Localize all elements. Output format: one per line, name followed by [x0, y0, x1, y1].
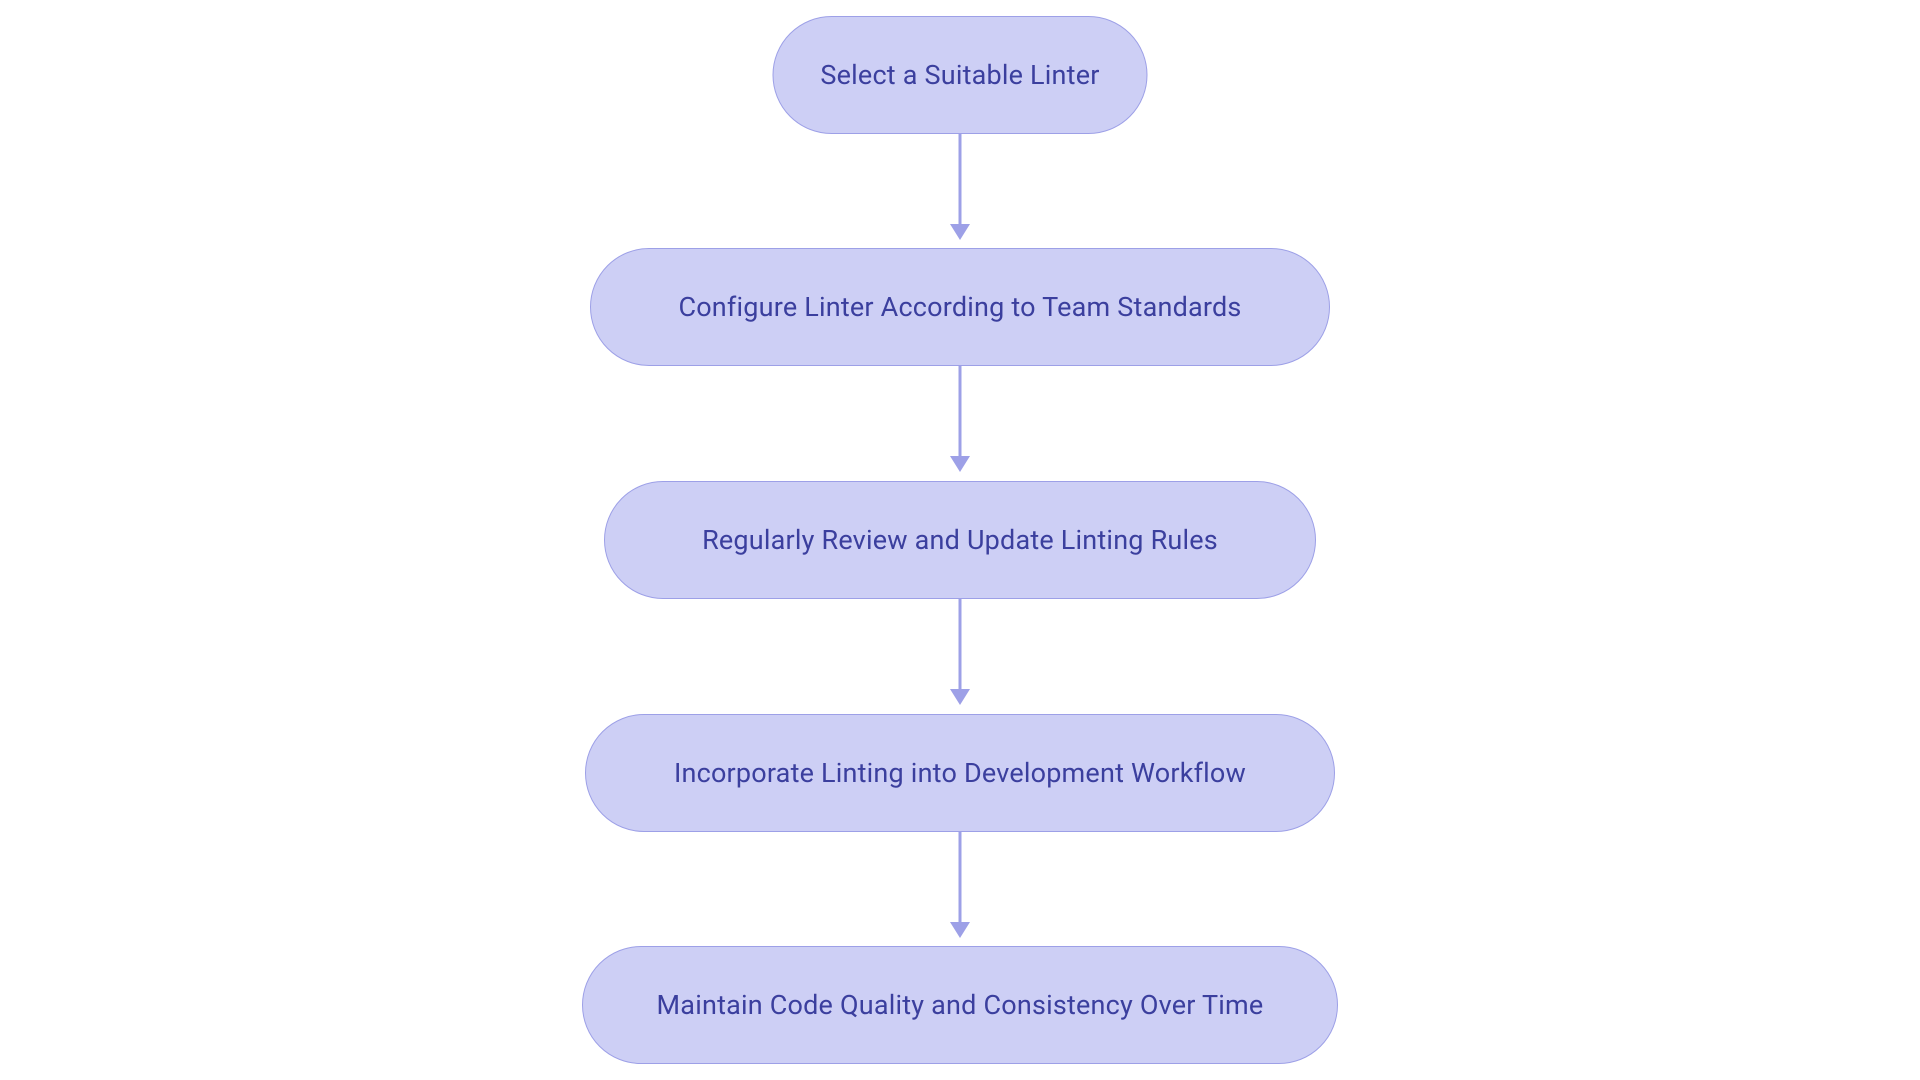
flow-node-5: Maintain Code Quality and Consistency Ov…	[582, 946, 1338, 1064]
flow-node-1: Select a Suitable Linter	[773, 16, 1148, 134]
arrow-2-3-line	[959, 366, 962, 456]
flow-node-2: Configure Linter According to Team Stand…	[590, 248, 1330, 366]
flow-node-4-label: Incorporate Linting into Development Wor…	[674, 757, 1246, 789]
flow-node-3: Regularly Review and Update Linting Rule…	[604, 481, 1316, 599]
arrow-3-4-head	[950, 689, 970, 705]
arrow-1-2-head	[950, 224, 970, 240]
arrow-4-5-head	[950, 922, 970, 938]
flow-node-5-label: Maintain Code Quality and Consistency Ov…	[657, 989, 1264, 1021]
arrow-1-2-line	[959, 134, 962, 224]
flow-node-3-label: Regularly Review and Update Linting Rule…	[702, 524, 1218, 556]
arrow-3-4-line	[959, 599, 962, 689]
flow-node-2-label: Configure Linter According to Team Stand…	[678, 291, 1241, 323]
flowchart-canvas: Select a Suitable Linter Configure Linte…	[0, 0, 1920, 1080]
flow-node-1-label: Select a Suitable Linter	[820, 59, 1099, 91]
arrow-4-5-line	[959, 832, 962, 922]
arrow-2-3-head	[950, 456, 970, 472]
flow-node-4: Incorporate Linting into Development Wor…	[585, 714, 1335, 832]
